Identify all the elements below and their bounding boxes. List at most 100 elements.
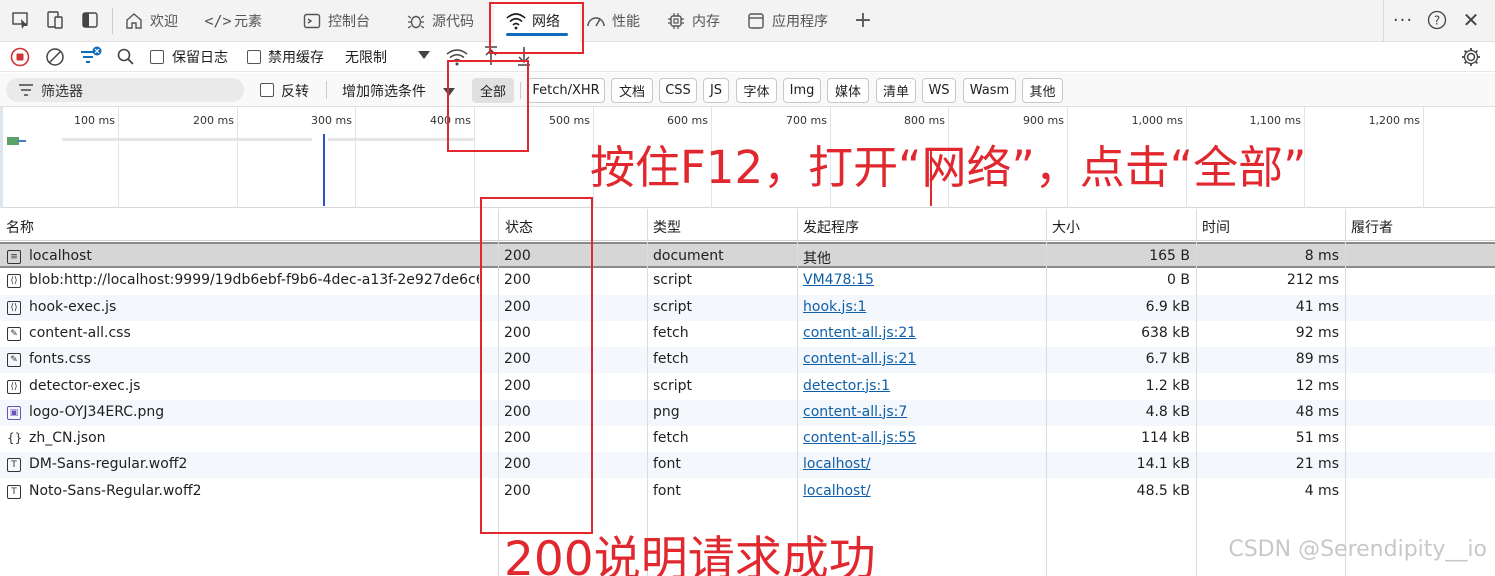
tab-welcome[interactable]: 欢迎 — [124, 0, 178, 42]
timeline-tick-label: 700 ms — [786, 114, 827, 127]
window-icon — [746, 11, 766, 31]
table-row[interactable]: {} zh_CN.json 200 fetch content-all.js:55 114… — [0, 426, 1495, 452]
table-row[interactable]: ⟨⟩ detector-exec.js 200 script detector.js:1… — [0, 374, 1495, 400]
type-filter-js[interactable]: JS — [703, 78, 729, 103]
request-type: fetch — [653, 324, 689, 341]
tab-memory[interactable]: 内存 — [666, 0, 720, 42]
type-filter-manifest[interactable]: 清单 — [876, 78, 916, 103]
annotation-instruction: 按住F12，打开“网络”，点击“全部” — [590, 141, 1307, 194]
timeline-gridline — [355, 107, 356, 208]
request-initiator[interactable]: content-all.js:55 — [803, 430, 1033, 446]
request-name: DM-Sans-regular.woff2 — [29, 456, 188, 473]
type-filter-doc[interactable]: 文档 — [611, 78, 653, 103]
script-icon: ⟨⟩ — [7, 300, 21, 315]
type-filter-media[interactable]: 媒体 — [827, 78, 869, 103]
request-size: 0 B — [1167, 272, 1190, 289]
timeline-gridline — [237, 107, 238, 208]
request-time: 12 ms — [1295, 377, 1339, 394]
tab-console[interactable]: 控制台 — [302, 0, 370, 42]
request-size: 638 kB — [1141, 324, 1190, 341]
json-icon: {} — [7, 431, 23, 446]
invert-checkbox[interactable] — [260, 83, 274, 97]
sidebar-toggle-icon[interactable] — [79, 9, 101, 31]
timeline-tick-label: 900 ms — [1023, 114, 1064, 127]
type-filter-font[interactable]: 字体 — [736, 78, 777, 103]
request-initiator[interactable]: hook.js:1 — [803, 299, 1033, 315]
request-size: 1.2 kB — [1145, 377, 1190, 394]
highlight-all-filter — [447, 60, 529, 152]
column-fulfilled-by-header[interactable]: 履行者 — [1351, 217, 1393, 237]
type-filter-img[interactable]: Img — [783, 78, 821, 103]
timeline-tick-label: 500 ms — [549, 114, 590, 127]
tab-elements[interactable]: </> 元素 — [204, 0, 262, 42]
preserve-log-checkbox[interactable] — [150, 50, 164, 64]
chevron-down-icon[interactable] — [418, 51, 430, 59]
request-time: 8 ms — [1304, 248, 1339, 264]
record-stop-icon[interactable] — [10, 47, 30, 71]
type-filter-ws[interactable]: WS — [922, 78, 956, 103]
disable-cache-checkbox[interactable] — [247, 50, 261, 64]
filter-input[interactable]: 筛选器 — [6, 78, 244, 102]
table-row[interactable]: T Noto-Sans-Regular.woff2 200 font localhost… — [0, 479, 1495, 505]
tab-label: 元素 — [234, 14, 262, 30]
table-row[interactable]: ✎ content-all.css 200 fetch content-all.js:2… — [0, 321, 1495, 347]
close-icon[interactable]: ✕ — [1460, 8, 1482, 32]
type-filter-other[interactable]: 其他 — [1022, 78, 1063, 103]
invert-label: 反转 — [281, 84, 309, 100]
request-initiator[interactable]: content-all.js:7 — [803, 404, 1033, 420]
filter-toggle-icon[interactable] — [79, 46, 103, 72]
preserve-log-label: 保留日志 — [172, 50, 228, 66]
request-size: 6.9 kB — [1145, 298, 1190, 315]
request-initiator[interactable]: localhost/ — [803, 483, 1033, 499]
more-options-icon[interactable]: ··· — [1392, 9, 1414, 31]
table-row[interactable]: ▣ logo-OYJ34ERC.png 200 png content-all.js:7… — [0, 399, 1495, 426]
timeline-tick-label: 200 ms — [193, 114, 234, 127]
table-row[interactable]: ✎ fonts.css 200 fetch content-all.js:21 6.7 k… — [0, 347, 1495, 374]
device-emulation-icon[interactable] — [44, 9, 66, 31]
table-row[interactable]: ⟨⟩ blob:http://localhost:9999/19db6ebf-f9… — [0, 268, 1495, 294]
table-row[interactable]: ⟨⟩ hook-exec.js 200 script hook.js:1 6.9 kB 41… — [0, 294, 1495, 321]
more-filters-dropdown[interactable]: 增加筛选条件 — [342, 81, 426, 101]
request-initiator[interactable]: content-all.js:21 — [803, 351, 1033, 367]
request-type: font — [653, 482, 681, 499]
request-initiator[interactable]: localhost/ — [803, 456, 1033, 472]
request-table-header: 名称 状态 类型 发起程序 大小 时间 履行者 — [0, 209, 1495, 241]
request-initiator[interactable]: VM478:15 — [803, 272, 1033, 288]
request-name: content-all.css — [29, 324, 131, 341]
throttling-select[interactable]: 无限制 — [345, 47, 387, 67]
inspect-element-icon[interactable] — [10, 9, 32, 31]
request-time: 51 ms — [1295, 430, 1339, 447]
filter-placeholder: 筛选器 — [41, 84, 83, 100]
tab-label: 控制台 — [328, 14, 370, 30]
table-row[interactable]: ≡ localhost 200 document 其他 165 B8 ms — [0, 242, 1495, 268]
settings-gear-icon[interactable] — [1460, 46, 1482, 72]
search-icon[interactable] — [116, 47, 136, 71]
request-type: script — [653, 298, 693, 315]
request-time: 41 ms — [1295, 298, 1339, 315]
timeline-gridline — [118, 107, 119, 208]
type-filter-fetch-xhr[interactable]: Fetch/XHR — [527, 78, 605, 103]
column-initiator-header[interactable]: 发起程序 — [803, 217, 859, 237]
add-tab-icon[interactable]: + — [852, 8, 874, 33]
tab-performance[interactable]: 性能 — [586, 0, 640, 42]
request-initiator[interactable]: content-all.js:21 — [803, 325, 1033, 341]
type-filter-css[interactable]: CSS — [659, 78, 697, 103]
help-icon[interactable]: ? — [1426, 9, 1448, 31]
console-icon — [302, 11, 322, 31]
tab-label: 源代码 — [432, 14, 474, 30]
type-filter-wasm[interactable]: Wasm — [963, 78, 1016, 103]
table-row[interactable]: T DM-Sans-regular.woff2 200 font localhost/1… — [0, 452, 1495, 479]
timeline-tick-label: 100 ms — [74, 114, 115, 127]
request-size: 14.1 kB — [1136, 456, 1190, 473]
request-name: logo-OYJ34ERC.png — [29, 403, 165, 420]
column-name-header[interactable]: 名称 — [6, 217, 34, 237]
request-initiator: 其他 — [803, 251, 831, 267]
clear-icon[interactable] — [45, 47, 65, 71]
column-time-header[interactable]: 时间 — [1202, 217, 1230, 237]
request-type: script — [653, 272, 693, 289]
column-type-header[interactable]: 类型 — [653, 217, 681, 237]
tab-application[interactable]: 应用程序 — [746, 0, 828, 42]
tab-sources[interactable]: 源代码 — [406, 0, 474, 42]
request-initiator[interactable]: detector.js:1 — [803, 378, 1033, 394]
column-size-header[interactable]: 大小 — [1052, 217, 1080, 237]
